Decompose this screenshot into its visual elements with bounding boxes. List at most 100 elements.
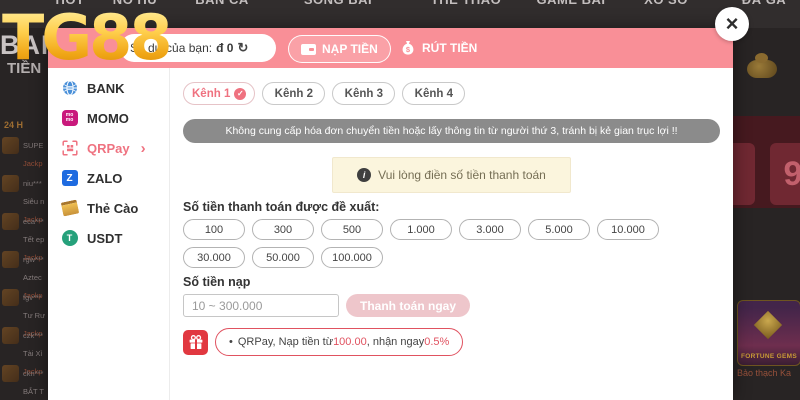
promo-rate: 0.5%: [424, 336, 450, 348]
nav-item-song-bai[interactable]: SÒNG BÀI: [304, 0, 372, 7]
bank-globe-icon: [61, 80, 78, 97]
game-thumbnail: [2, 175, 19, 192]
promo-message: • QRPay, Nạp tiền từ 100.00 , nhận ngay …: [215, 328, 464, 356]
payment-method-sidebar: BANK mo mo MOMO QRPay › Z ZALO Thẻ Cào T…: [48, 68, 170, 400]
nav-item-ban-ca[interactable]: BẮN CÁ: [195, 0, 249, 7]
deposit-amount-label: Số tiền nạp: [183, 275, 251, 289]
security-notice-banner: Không cung cấp hóa đơn chuyển tiền hoặc …: [183, 119, 720, 143]
sidebar-item-label: ZALO: [87, 170, 123, 186]
tab-label: Kênh 4: [414, 87, 454, 100]
bullet-icon: •: [229, 336, 233, 348]
sidebar-item-label: USDT: [87, 230, 123, 246]
winner-user: eca***: [23, 217, 44, 226]
lottery-ball-tile: 9: [770, 143, 800, 205]
deposit-input-row: Thanh toán ngay: [183, 294, 720, 317]
tab-label: Kênh 3: [344, 87, 384, 100]
tab-label: Kênh 2: [274, 87, 314, 100]
lottery-ball-tile: [733, 143, 755, 205]
list-item: niu*** Siêu n Jackp: [0, 172, 47, 224]
promo-text-2: , nhận ngay: [366, 336, 425, 348]
deposit-modal: Số dư của bạn: đ 0 ↻ NẠP TIỀN $ RÚT TIỀN…: [48, 7, 749, 400]
list-item: eca*** Tết ep Jackp: [0, 210, 47, 262]
alert-text: Vui lòng điền số tiền thanh toán: [378, 168, 546, 182]
winner-game: Tết ep: [23, 235, 45, 244]
amount-button-3000[interactable]: 3.000: [459, 219, 521, 240]
balance-value: đ 0: [216, 41, 234, 55]
scratch-card-icon: [60, 199, 79, 217]
momo-icon: mo mo: [61, 110, 78, 127]
withdraw-tab-button[interactable]: $ RÚT TIỀN: [400, 35, 477, 61]
amount-button-100[interactable]: 100: [183, 219, 245, 240]
game-thumbnail: [2, 327, 19, 344]
tab-kenh-1[interactable]: Kênh 1 ✓: [183, 82, 256, 105]
background-right-column: 9 FORTUNE GEMS Bảo thạch Ka: [733, 28, 800, 400]
gift-icon: [183, 329, 208, 355]
jackpot-list-header: 24 H: [4, 120, 24, 130]
gem-icon: [753, 310, 783, 340]
withdraw-tab-label: RÚT TIỀN: [422, 41, 478, 55]
list-item: ckn*** BẮT T Jackp: [0, 362, 47, 400]
game-thumbnail: [2, 213, 19, 230]
money-bag-icon: $: [402, 40, 414, 55]
sidebar-item-label: MOMO: [87, 110, 129, 126]
usdt-tether-icon: T: [61, 230, 78, 247]
channel-tabs: Kênh 1 ✓ Kênh 2 Kênh 3 Kênh 4: [183, 82, 720, 105]
nav-item-the-thao[interactable]: THỂ THAO: [431, 0, 501, 7]
sidebar-item-zalo[interactable]: Z ZALO: [48, 163, 169, 193]
winner-user: rgw***: [23, 255, 44, 264]
suggested-amount-buttons: 100 300 500 1.000 3.000 5.000 10.000 30.…: [183, 219, 720, 268]
list-item: rgw*** Aztec Jackp: [0, 248, 47, 300]
winner-game: Tài Xỉ: [23, 349, 43, 358]
tab-kenh-4[interactable]: Kênh 4: [402, 82, 466, 105]
pay-now-button[interactable]: Thanh toán ngay: [346, 294, 470, 317]
deposit-tab-label: NẠP TIỀN: [322, 42, 378, 56]
game-caption: Bảo thạch Ka: [737, 368, 792, 378]
amount-button-100000[interactable]: 100.000: [321, 247, 383, 268]
sidebar-item-momo[interactable]: mo mo MOMO: [48, 103, 169, 133]
amount-button-500[interactable]: 500: [321, 219, 383, 240]
list-item: fgv*** Tư Rư Jackp: [0, 286, 47, 338]
winner-game: Tư Rư: [23, 311, 46, 320]
sidebar-item-qrpay[interactable]: QRPay ›: [48, 133, 169, 163]
sidebar-item-the-cao[interactable]: Thẻ Cào: [48, 193, 169, 223]
info-icon: i: [357, 168, 372, 182]
tab-kenh-2[interactable]: Kênh 2: [262, 82, 326, 105]
promo-amount: 100.00: [333, 336, 367, 348]
winner-user: czk***: [23, 331, 44, 340]
game-thumbnail: [2, 251, 19, 268]
deposit-tab-button[interactable]: NẠP TIỀN: [288, 35, 391, 63]
tab-kenh-3[interactable]: Kênh 3: [332, 82, 396, 105]
amount-button-50000[interactable]: 50.000: [252, 247, 314, 268]
refresh-icon[interactable]: ↻: [237, 40, 248, 56]
zalo-icon: Z: [61, 170, 78, 187]
nav-item-xo-so[interactable]: XỔ SỐ: [644, 0, 688, 7]
promo-text-1: QRPay, Nạp tiền từ: [237, 336, 334, 348]
amount-button-30000[interactable]: 30.000: [183, 247, 245, 268]
amount-button-5000[interactable]: 5.000: [528, 219, 590, 240]
list-item: czk*** Tài Xỉ Jackp: [0, 324, 47, 376]
nav-item-da-ga[interactable]: ĐÁ GÀ: [742, 0, 786, 7]
sidebar-item-label: QRPay: [87, 140, 130, 156]
winner-user: niu***: [23, 179, 42, 188]
check-icon: ✓: [234, 87, 247, 100]
game-thumbnail: [2, 289, 19, 306]
site-logo[interactable]: TG88: [2, 6, 172, 70]
winner-user: SUPE: [23, 141, 44, 150]
winner-game: BẮT T: [23, 387, 44, 396]
jackpot-winner-list: 24 H SUPE Jackp niu*** Siêu n Jackp eca*…: [0, 112, 47, 400]
qr-scan-icon: [61, 140, 78, 157]
deposit-amount-input[interactable]: [183, 294, 339, 317]
chevron-right-icon: ›: [140, 139, 146, 157]
winner-game: Aztec: [23, 273, 42, 282]
amount-button-300[interactable]: 300: [252, 219, 314, 240]
sidebar-item-bank[interactable]: BANK: [48, 73, 169, 103]
amount-button-1000[interactable]: 1.000: [390, 219, 452, 240]
amount-required-alert: i Vui lòng điền số tiền thanh toán: [332, 157, 571, 193]
winner-user: fgv***: [23, 293, 42, 302]
game-thumbnail: [2, 365, 19, 382]
nav-item-game-bai[interactable]: GAME BÀI: [537, 0, 606, 7]
amount-button-10000[interactable]: 10.000: [597, 219, 659, 240]
promo-row: • QRPay, Nạp tiền từ 100.00 , nhận ngay …: [183, 328, 720, 356]
sidebar-item-usdt[interactable]: T USDT: [48, 223, 169, 253]
close-icon[interactable]: ×: [715, 7, 749, 41]
